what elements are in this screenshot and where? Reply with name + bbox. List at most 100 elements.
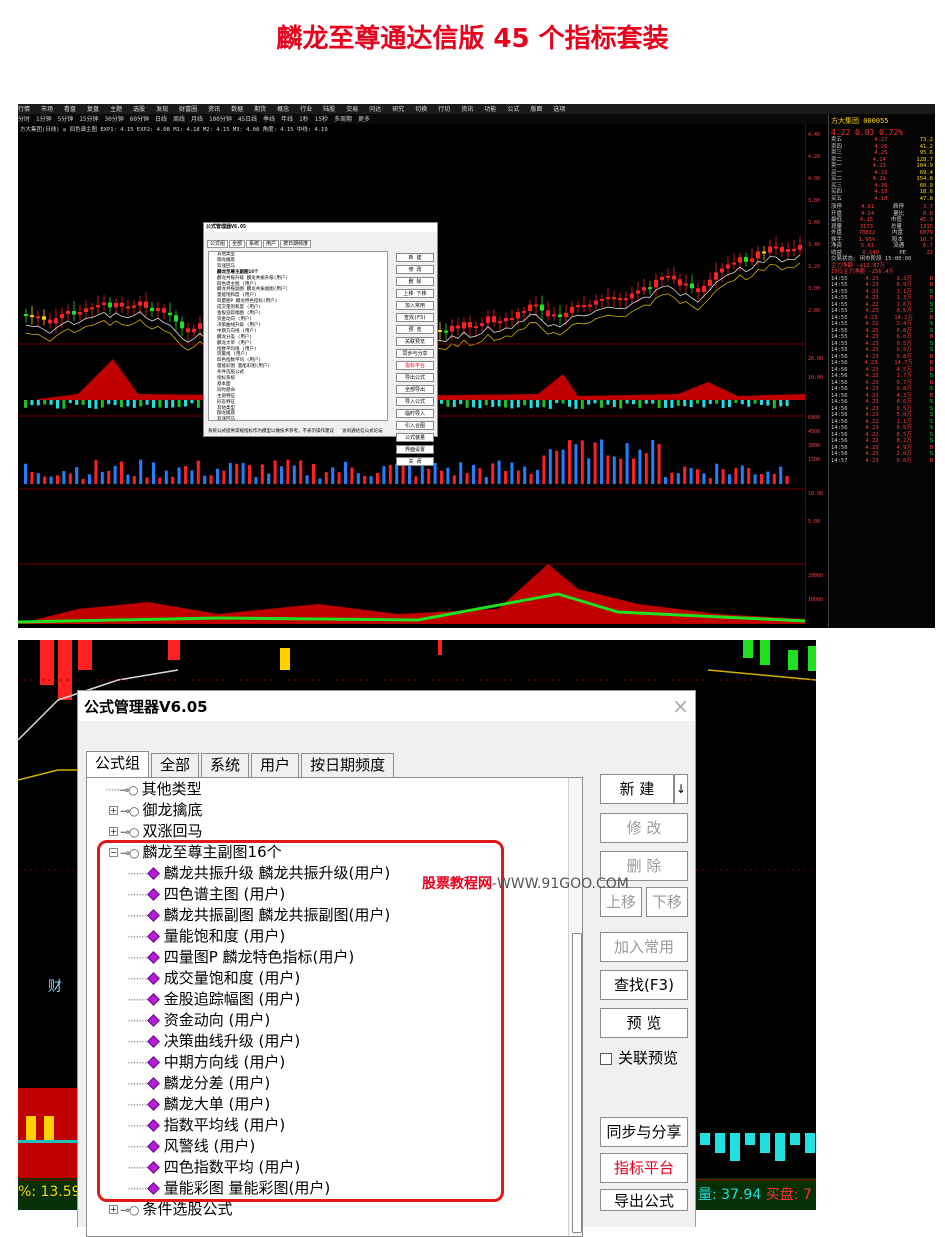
small-dialog-button[interactable]: 临时导入 [396, 409, 434, 418]
menu-item[interactable]: 行情 [18, 106, 30, 113]
preview-button[interactable]: 预 览 [600, 1008, 688, 1038]
tree-group-other-types[interactable]: ·····⊸○ 其他类型 [105, 779, 202, 800]
small-tab[interactable]: 公式组 [207, 240, 229, 248]
menu-item[interactable]: 行切 [438, 106, 450, 113]
menu-item[interactable]: 财富圈 [179, 106, 197, 113]
small-tab[interactable]: 用户 [263, 240, 280, 248]
period-button[interactable]: 1秒 [299, 116, 309, 123]
small-tab[interactable]: 全部 [229, 240, 246, 248]
period-button[interactable]: 30分钟 [105, 116, 124, 123]
menu-item-right[interactable]: 公式 [507, 106, 519, 113]
price-axis: 4.40 4.20 4.00 3.80 3.60 3.40 3.20 3.00 2.80 20.0… [805, 124, 828, 624]
menu-item[interactable]: 看盘 [64, 106, 76, 113]
period-button[interactable]: 45日线 [238, 116, 257, 123]
tree-group-condition[interactable]: + ⊸○ 条件选股公式 [109, 1199, 233, 1220]
formula-manager-dialog-small: 公式管理器V6.05 公式组 全部 系统 用户 按日期频度 其他类型 御龙擒底 双涨回马 麟龙… [203, 222, 438, 466]
small-dialog-button[interactable]: 指标平台 [396, 361, 434, 370]
period-button[interactable]: 5分钟 [58, 116, 74, 123]
small-dialog-button[interactable]: 导入公式 [396, 397, 434, 406]
menu-item[interactable]: 选股 [133, 106, 145, 113]
period-button[interactable]: 年线 [281, 116, 293, 123]
scrollbar-thumb[interactable] [572, 933, 582, 1233]
period-button[interactable]: 分时 [18, 116, 30, 123]
period-button[interactable]: 日线 [155, 116, 167, 123]
tree-group-shuangzhang[interactable]: + ⊸○ 双涨回马 [109, 821, 203, 842]
tick-side: B [929, 457, 933, 464]
add-common-button[interactable]: 加入常用 [600, 932, 688, 962]
small-dialog-button[interactable]: 上移 下移 [396, 289, 434, 298]
candle-body [510, 318, 514, 321]
small-dialog-button[interactable]: 关联预览 [396, 337, 434, 346]
menu-item-right[interactable]: 功能 [484, 106, 496, 113]
period-button[interactable]: 季线 [263, 116, 275, 123]
indicator-platform-button[interactable]: 指标平台 [600, 1153, 688, 1183]
sync-share-button[interactable]: 同步与分享 [600, 1117, 688, 1147]
close-icon[interactable]: × [672, 694, 689, 718]
menu-item[interactable]: 切换 [415, 106, 427, 113]
volume-bar [555, 450, 559, 484]
small-dialog-button[interactable]: 删 除 [396, 277, 434, 286]
new-button[interactable]: 新 建 [600, 774, 674, 804]
small-dialog-button[interactable]: 新 建 [396, 253, 434, 262]
menu-item[interactable]: 主题 [110, 106, 122, 113]
menu-item-right[interactable]: 版面 [530, 106, 542, 113]
menu-item-right[interactable]: 选项 [553, 106, 565, 113]
volume-bar [318, 478, 322, 484]
period-button[interactable]: 月线 [191, 116, 203, 123]
period-button[interactable]: 15秒 [315, 116, 328, 123]
small-dialog-button[interactable]: 预 览 [396, 325, 434, 334]
menu-item[interactable]: 研究 [392, 106, 404, 113]
expand-icon[interactable]: + [109, 1205, 118, 1214]
menu-item[interactable]: 陆股 [323, 106, 335, 113]
candle-body [666, 275, 670, 278]
small-dialog-button[interactable]: 加入常用 [396, 301, 434, 310]
small-dialog-button[interactable]: 修 改 [396, 265, 434, 274]
tab-user[interactable]: 用户 [251, 753, 300, 777]
tab-all[interactable]: 全部 [151, 753, 200, 777]
small-dialog-button[interactable]: 查找(F3) [396, 313, 434, 322]
menu-item[interactable]: 市场 [41, 106, 53, 113]
export-formula-button[interactable]: 导出公式 [600, 1189, 688, 1211]
period-button[interactable]: 15分钟 [79, 116, 98, 123]
small-dialog-button[interactable]: 界面设置 [396, 445, 434, 454]
period-button[interactable]: 100分钟 [209, 116, 232, 123]
menu-item[interactable]: 资讯 [208, 106, 220, 113]
small-dialog-button[interactable]: 公式装量 [396, 433, 434, 442]
small-dialog-button[interactable]: 全部导出 [396, 385, 434, 394]
expand-icon[interactable]: + [109, 827, 118, 836]
small-dialog-button[interactable]: 关 闭 [396, 457, 434, 466]
menu-item[interactable]: 概念 [277, 106, 289, 113]
small-tab[interactable]: 按日期频度 [280, 240, 312, 248]
checkbox-box[interactable] [600, 1052, 612, 1065]
menu-item[interactable]: 期货 [254, 106, 266, 113]
small-dialog-button[interactable]: 导出公式 [396, 373, 434, 382]
tree-group-yulong[interactable]: + ⊸○ 御龙擒底 [109, 800, 203, 821]
period-button[interactable]: 60分钟 [130, 116, 149, 123]
period-button[interactable]: 多周期 [334, 116, 352, 123]
tab-by-date-frequency[interactable]: 按日期频度 [301, 753, 395, 777]
period-button[interactable]: 周线 [173, 116, 185, 123]
tab-system[interactable]: 系统 [201, 753, 250, 777]
menu-item[interactable]: 复盘 [87, 106, 99, 113]
menu-item[interactable]: 数据 [231, 106, 243, 113]
find-button[interactable]: 查找(F3) [600, 970, 688, 1000]
expand-icon[interactable]: + [109, 806, 118, 815]
menu-item[interactable]: 问达 [369, 106, 381, 113]
period-button[interactable]: 更多 [358, 116, 370, 123]
small-dialog-button[interactable]: 引入合图 [396, 421, 434, 430]
period-button[interactable]: 1分钟 [36, 116, 52, 123]
move-down-button[interactable]: 下移 [646, 887, 688, 917]
small-tab[interactable]: 系统 [246, 240, 263, 248]
small-dialog-button[interactable]: 同步与分享 [396, 349, 434, 358]
flow-bar [593, 400, 597, 404]
menu-item[interactable]: 发现 [156, 106, 168, 113]
modify-button[interactable]: 修 改 [600, 813, 688, 843]
menu-item[interactable]: 行业 [300, 106, 312, 113]
new-dropdown-icon[interactable]: ↓ [674, 774, 688, 804]
tree-scrollbar[interactable] [568, 778, 582, 1236]
linked-preview-checkbox[interactable]: 关联预览 [600, 1047, 678, 1068]
menu-item[interactable]: 交易 [346, 106, 358, 113]
tab-formula-group[interactable]: 公式组 [86, 751, 150, 777]
menu-item[interactable]: 资讯 [461, 106, 473, 113]
small-tree-item[interactable]: 双涨回马 [217, 417, 387, 420]
